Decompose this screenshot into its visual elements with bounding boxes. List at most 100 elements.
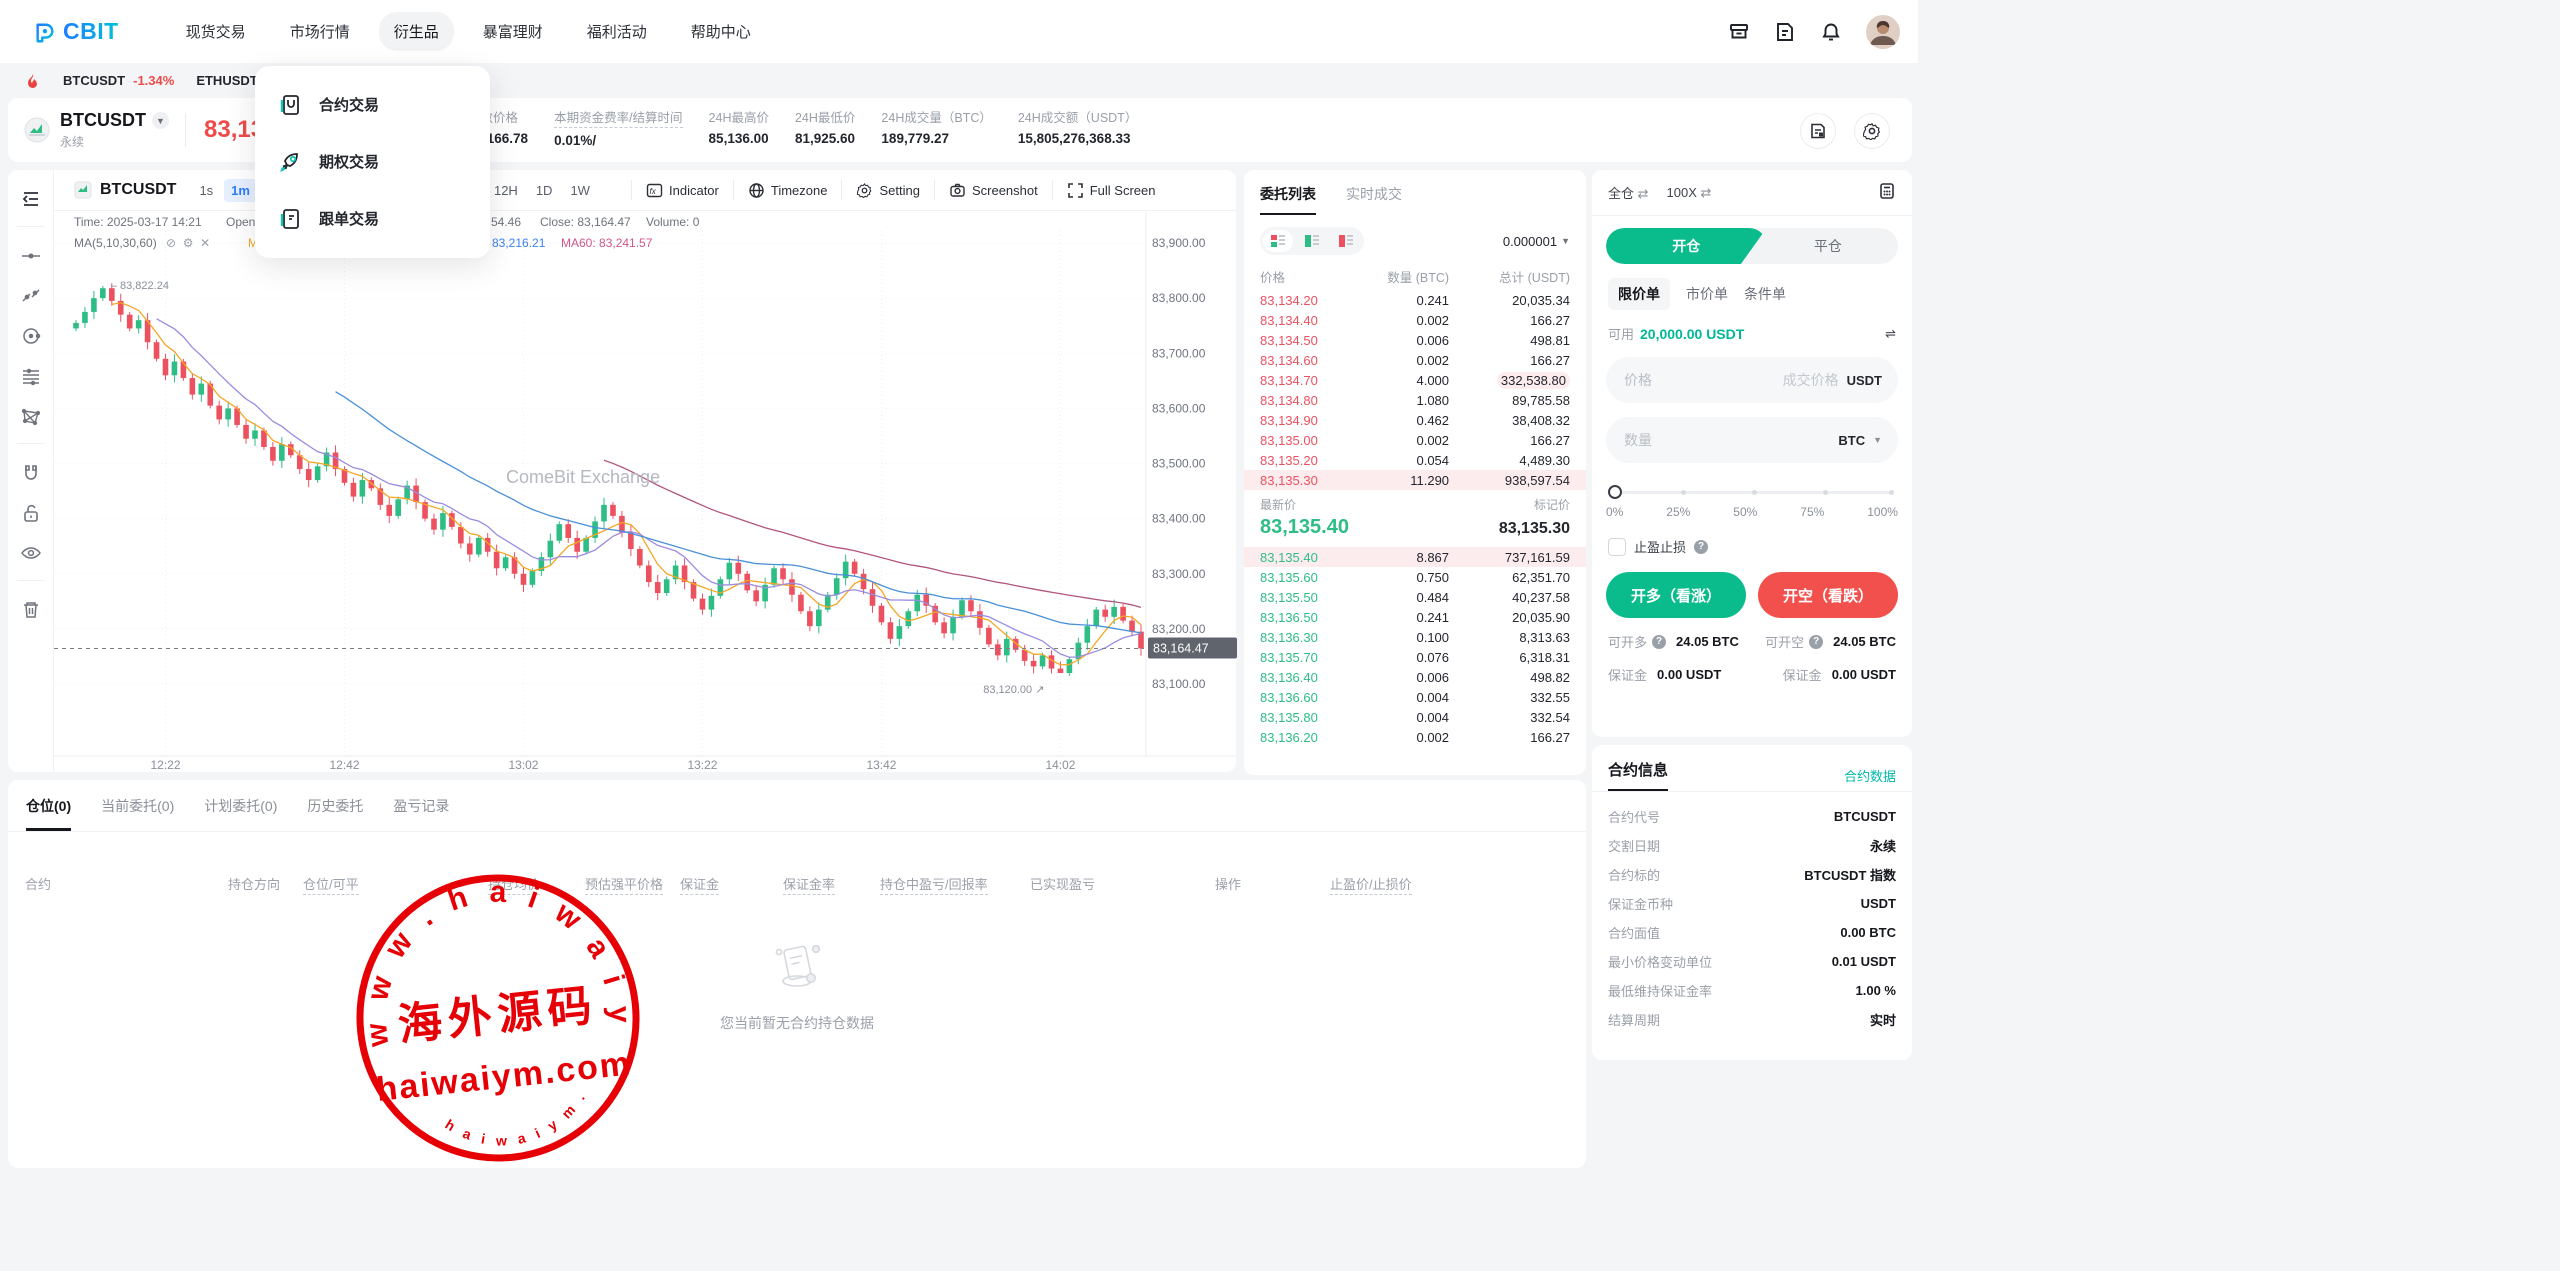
trash-icon[interactable]: [20, 599, 42, 621]
question-icon[interactable]: ?: [1809, 635, 1823, 649]
timeframe-1s[interactable]: 1s: [192, 179, 220, 202]
amount-slider[interactable]: [1610, 485, 1894, 499]
margin-mode-switch[interactable]: 全仓 ⇄: [1608, 183, 1649, 202]
orderbook-asks-icon[interactable]: [1331, 230, 1361, 252]
unlock-icon[interactable]: [20, 502, 42, 524]
trendline-icon[interactable]: [20, 285, 42, 307]
order-type-1[interactable]: 市价单: [1686, 284, 1728, 304]
chevron-down-icon[interactable]: ▼: [1873, 435, 1882, 445]
question-icon[interactable]: ?: [1652, 635, 1666, 649]
orderbook-bids-icon[interactable]: [1297, 230, 1327, 252]
orderbook-row[interactable]: 83,134.600.002166.27: [1244, 350, 1586, 370]
orderbook-row[interactable]: 83,136.300.1008,313.63: [1244, 627, 1586, 647]
avatar[interactable]: [1866, 15, 1900, 49]
quantity-input[interactable]: [1622, 431, 1830, 449]
orderbook-row[interactable]: 83,136.600.004332.55: [1244, 687, 1586, 707]
open-long-button[interactable]: 开多（看涨）: [1606, 572, 1746, 618]
tool-indicator[interactable]: fxIndicator: [631, 180, 733, 200]
contract-info-title[interactable]: 合约信息: [1608, 759, 1668, 791]
bell-icon[interactable]: [1820, 21, 1842, 43]
magnet-icon[interactable]: [20, 462, 42, 484]
orderbook-row[interactable]: 83,135.408.867737,161.59: [1244, 547, 1586, 567]
timeframe-12H[interactable]: 12H: [487, 179, 525, 202]
orderbook-row[interactable]: 83,135.3011.290938,597.54: [1244, 470, 1586, 490]
dropdown-item-0[interactable]: 合约交易: [255, 76, 490, 133]
orderbook-row[interactable]: 83,135.600.75062,351.70: [1244, 567, 1586, 587]
leverage-switch[interactable]: 100X ⇄: [1667, 185, 1712, 201]
timeframe-1m[interactable]: 1m: [224, 179, 257, 202]
orderbook-row[interactable]: 83,136.400.006498.82: [1244, 667, 1586, 687]
orderbook-row[interactable]: 83,134.900.46238,408.32: [1244, 410, 1586, 430]
order-type-0[interactable]: 限价单: [1608, 278, 1670, 310]
crosshair-line-icon[interactable]: [20, 245, 42, 267]
positions-header[interactable]: 止盈价/止损价: [1330, 874, 1412, 895]
question-icon[interactable]: ?: [1694, 540, 1708, 554]
transfer-icon[interactable]: ⇌: [1885, 326, 1896, 342]
stat-label[interactable]: 本期资金费率/结算时间: [554, 107, 682, 128]
tool-setting[interactable]: Setting: [841, 180, 933, 200]
dropdown-item-1[interactable]: 期权交易: [255, 133, 490, 190]
positions-header[interactable]: 持仓均价: [488, 874, 540, 895]
orderbook-row[interactable]: 83,136.200.002166.27: [1244, 727, 1586, 747]
orderbook-tab-1[interactable]: 实时成交: [1346, 184, 1402, 215]
positions-tab-3[interactable]: 历史委托: [307, 796, 363, 831]
orderbook-row[interactable]: 83,135.000.002166.27: [1244, 430, 1586, 450]
positions-header[interactable]: 预估强平价格: [585, 874, 663, 895]
kline-report-button[interactable]: [1800, 113, 1836, 149]
positions-tab-4[interactable]: 盈亏记录: [393, 796, 449, 831]
positions-tab-2[interactable]: 计划委托(0): [204, 796, 277, 831]
ticker-item[interactable]: BTCUSDT-1.34%: [41, 73, 174, 88]
nav-item-5[interactable]: 帮助中心: [676, 12, 766, 51]
slider-thumb[interactable]: [1608, 485, 1622, 499]
tool-full-screen[interactable]: Full Screen: [1052, 180, 1170, 200]
eye-icon[interactable]: [20, 542, 42, 564]
logo[interactable]: CBIT: [34, 18, 119, 45]
orderbook-row[interactable]: 83,134.500.006498.81: [1244, 330, 1586, 350]
contract-data-link[interactable]: 合约数据: [1844, 766, 1896, 785]
orderbook-row[interactable]: 83,134.704.000332,538.80: [1244, 370, 1586, 390]
last-price-value[interactable]: 83,135.40: [1260, 516, 1349, 539]
orderbook-row[interactable]: 83,135.800.004332.54: [1244, 707, 1586, 727]
orderbook-row[interactable]: 83,134.801.08089,785.58: [1244, 390, 1586, 410]
ellipse-icon[interactable]: [20, 325, 42, 347]
orderbook-tab-0[interactable]: 委托列表: [1260, 184, 1316, 215]
fib-lines-icon[interactable]: [20, 365, 42, 387]
calculator-icon[interactable]: [1878, 182, 1896, 203]
orders-doc-icon[interactable]: [1774, 21, 1796, 43]
depth-select[interactable]: 0.000001 ▼: [1503, 234, 1570, 249]
positions-header[interactable]: 仓位/可平: [303, 874, 359, 895]
nav-item-3[interactable]: 暴富理财: [468, 12, 558, 51]
polygon-pattern-icon[interactable]: [20, 405, 42, 427]
order-type-2[interactable]: 条件单: [1744, 284, 1786, 304]
timeframe-1D[interactable]: 1D: [529, 179, 560, 202]
chart-plot[interactable]: Time: 2025-03-17 14:21 Open 54.46 Close:…: [54, 211, 1236, 773]
orderbook-row[interactable]: 83,136.500.24120,035.90: [1244, 607, 1586, 627]
nav-item-4[interactable]: 福利活动: [572, 12, 662, 51]
orderbook-row[interactable]: 83,135.700.0766,318.31: [1244, 647, 1586, 667]
price-input[interactable]: [1622, 371, 1775, 389]
orderbook-row[interactable]: 83,135.200.0544,489.30: [1244, 450, 1586, 470]
positions-tab-0[interactable]: 仓位(0): [26, 796, 71, 831]
orderbook-both-icon[interactable]: [1263, 230, 1293, 252]
positions-header[interactable]: 持仓中盈亏/回报率: [880, 874, 988, 895]
candlestick-chart[interactable]: 83,900.0083,800.0083,700.0083,600.0083,5…: [54, 211, 1237, 773]
positions-tab-1[interactable]: 当前委托(0): [101, 796, 174, 831]
tab-close-position[interactable]: 平仓: [1758, 228, 1898, 264]
tab-open-position[interactable]: 开仓: [1606, 228, 1767, 264]
orderbook-row[interactable]: 83,135.500.48440,237.58: [1244, 587, 1586, 607]
dropdown-item-2[interactable]: 跟单交易: [255, 190, 490, 247]
tool-screenshot[interactable]: Screenshot: [934, 180, 1052, 200]
timeframe-1W[interactable]: 1W: [563, 179, 597, 202]
symbol-dropdown-arrow[interactable]: ▼: [152, 112, 169, 129]
positions-header[interactable]: 保证金率: [783, 874, 835, 895]
tpsl-checkbox[interactable]: [1608, 538, 1626, 556]
tool-timezone[interactable]: Timezone: [733, 180, 842, 200]
orderbook-row[interactable]: 83,134.200.24120,035.34: [1244, 290, 1586, 310]
settings-button[interactable]: [1854, 113, 1890, 149]
open-short-button[interactable]: 开空（看跌）: [1758, 572, 1898, 618]
nav-item-0[interactable]: 现货交易: [171, 12, 261, 51]
assets-box-icon[interactable]: [1728, 21, 1750, 43]
orderbook-row[interactable]: 83,134.400.002166.27: [1244, 310, 1586, 330]
positions-header[interactable]: 保证金: [680, 874, 719, 895]
nav-item-2[interactable]: 衍生品: [379, 12, 454, 51]
